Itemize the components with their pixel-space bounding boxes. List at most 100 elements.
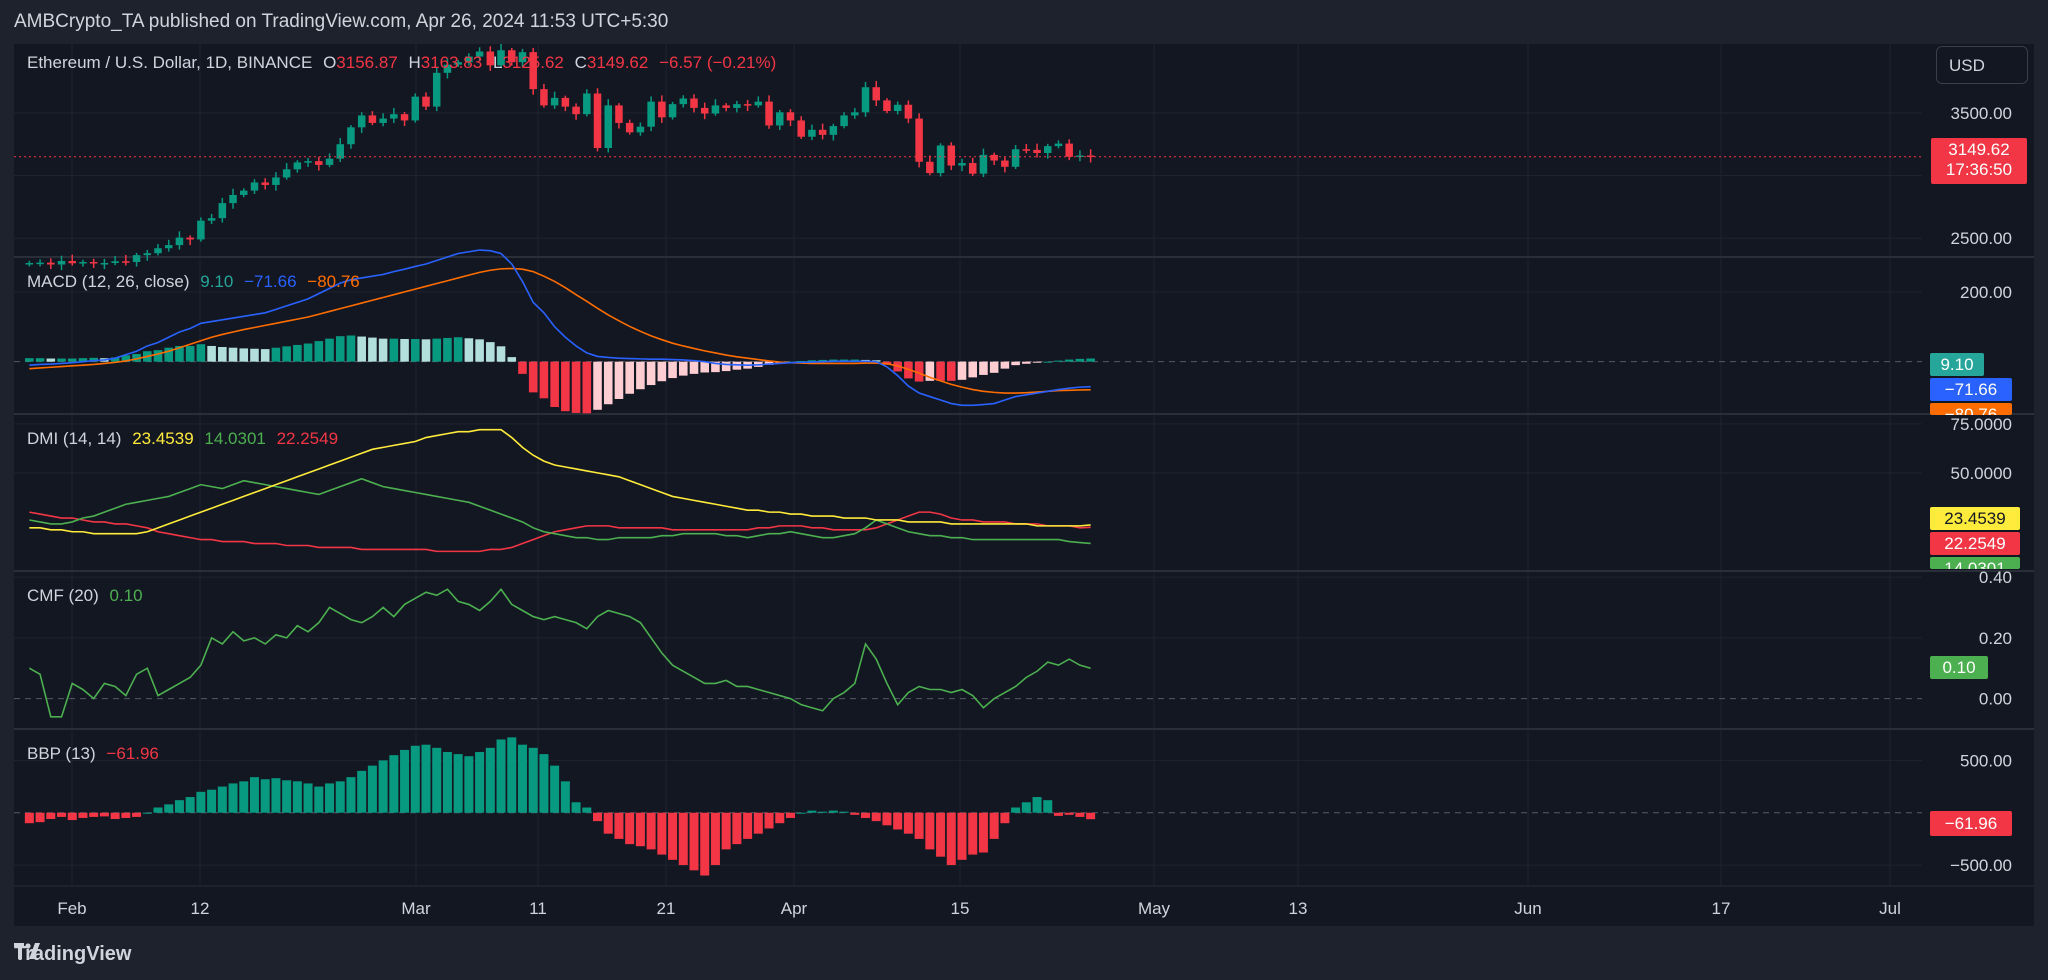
candle-body	[615, 105, 623, 123]
candle-body	[861, 87, 870, 113]
macd-hist-bar	[582, 361, 592, 414]
currency-button[interactable]: USD	[1936, 46, 2028, 84]
candle-body	[733, 104, 741, 108]
candle-body	[293, 162, 302, 170]
macd-y-tick: 200.00	[1960, 283, 2012, 302]
candle-body	[636, 126, 645, 133]
macd-hist-bar	[593, 361, 602, 410]
cmf-y-tick: 0.00	[1979, 690, 2012, 709]
macd-hist-bar	[325, 338, 334, 362]
candle-body	[754, 101, 763, 106]
bbp-bar	[485, 747, 495, 813]
x-tick-label: 13	[1289, 899, 1308, 918]
candle-body	[979, 154, 988, 174]
bbp-bar	[260, 779, 270, 813]
macd-line-label: −71.66	[1930, 378, 2012, 401]
candle-body	[840, 115, 848, 127]
candle-body	[883, 100, 891, 112]
candle-body	[25, 263, 34, 265]
candle-body	[1044, 146, 1052, 154]
candle-body	[829, 126, 838, 135]
x-tick-label: May	[1138, 899, 1171, 918]
bbp-bar	[807, 810, 817, 813]
bbp-bar	[442, 752, 452, 813]
bbp-bar	[775, 812, 785, 824]
symbol-label[interactable]: Ethereum / U.S. Dollar, 1D, BINANCE	[27, 53, 312, 72]
macd-hist-bar	[936, 361, 945, 381]
bbp-bar	[764, 812, 774, 829]
bbp-bar	[367, 765, 377, 813]
candle-body	[540, 89, 548, 106]
bbp-bar	[335, 781, 345, 813]
bbp-bar	[1021, 802, 1031, 813]
cmf-y-tick: 0.40	[1979, 568, 2012, 587]
x-tick-label: 11	[529, 899, 547, 918]
candle-body	[186, 237, 194, 240]
macd-hist-bar	[357, 336, 366, 362]
bbp-bar	[325, 783, 335, 813]
dmi-y-tick: 50.0000	[1951, 464, 2012, 483]
bbp-bar	[389, 755, 399, 813]
macd-hist-bar	[475, 339, 484, 362]
bbp-bar	[968, 812, 978, 855]
bbp-bar	[1086, 812, 1096, 820]
tradingview-logo[interactable]: TradingView	[14, 943, 131, 966]
bbp-bar	[689, 812, 699, 871]
macd-hist-bar	[239, 348, 249, 362]
price-y-tick: 3500.00	[1951, 104, 2012, 123]
dmi-title[interactable]: DMI (14, 14)	[27, 429, 121, 448]
bbp-title[interactable]: BBP (13)	[27, 744, 96, 763]
x-tick-label: Jun	[1514, 899, 1541, 918]
macd-hist-bar	[507, 357, 517, 362]
macd-hist-bar	[218, 347, 227, 362]
macd-hist-bar	[989, 361, 999, 373]
macd-hist-bar	[453, 337, 463, 362]
macd-line-value: −71.66	[244, 272, 297, 291]
bbp-bar	[357, 770, 367, 813]
candle-body	[432, 72, 441, 107]
bbp-bar	[796, 812, 806, 814]
bbp-bar	[164, 804, 174, 813]
macd-hist-bar	[35, 358, 45, 362]
bbp-bar	[850, 812, 860, 815]
high-value: 3163.83	[420, 53, 483, 72]
candle-body	[700, 107, 709, 114]
price-y-tick: 2500.00	[1951, 229, 2012, 248]
bbp-bar	[914, 812, 924, 839]
bbp-bar	[496, 739, 506, 813]
bbp-bar	[818, 811, 828, 813]
x-tick-label: 17	[1712, 899, 1731, 918]
macd-hist-bar	[368, 337, 377, 362]
macd-hist-bar	[518, 361, 527, 374]
candle-body	[240, 190, 248, 195]
bbp-bar	[603, 812, 613, 834]
macd-hist-bar	[282, 346, 291, 362]
bbp-bar	[78, 812, 88, 818]
bbp-bar	[903, 812, 913, 834]
candle-body	[379, 118, 387, 123]
candle-body	[79, 262, 87, 264]
x-tick-label: 21	[657, 899, 676, 918]
cmf-title[interactable]: CMF (20)	[27, 586, 99, 605]
candle-body	[679, 98, 688, 105]
macd-hist-bar	[1075, 358, 1085, 362]
macd-hist-bar	[1054, 360, 1063, 362]
candle-body	[818, 129, 827, 135]
bbp-bar	[861, 812, 871, 818]
candle-body	[154, 248, 162, 254]
macd-hist-bar	[646, 361, 656, 386]
bbp-bar	[625, 812, 635, 845]
macd-title[interactable]: MACD (12, 26, close)	[27, 272, 190, 291]
macd-hist-bar	[432, 338, 442, 362]
chart-canvas[interactable]: Feb12Mar1121Apr15May13Jun17Jul2500.00300…	[14, 44, 2034, 926]
bbp-bar	[1053, 812, 1063, 816]
macd-hist-bar	[1032, 361, 1042, 363]
chart-area[interactable]: Feb12Mar1121Apr15May13Jun17Jul2500.00300…	[14, 44, 2034, 926]
bbp-bar	[614, 812, 624, 839]
bbp-bar	[207, 789, 217, 813]
candle-body	[272, 177, 280, 185]
macd-hist-bar	[678, 361, 688, 376]
bbp-bar	[303, 783, 313, 813]
bbp-bar	[839, 811, 849, 813]
plus-di-value: 14.0301	[204, 429, 266, 448]
